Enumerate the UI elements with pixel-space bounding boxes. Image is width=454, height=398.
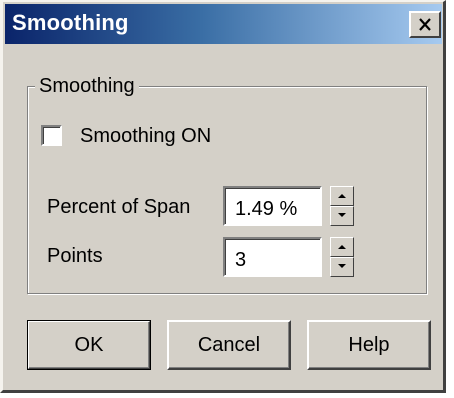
smoothing-on-label[interactable]: Smoothing ON	[80, 125, 211, 148]
arrow-up-icon	[338, 245, 346, 249]
arrow-down-icon	[338, 213, 346, 217]
close-button[interactable]	[409, 11, 441, 38]
points-spin-up-button[interactable]	[330, 237, 354, 257]
group-legend: Smoothing	[35, 75, 139, 98]
points-label: Points	[47, 245, 103, 267]
percent-of-span-label: Percent of Span	[47, 196, 191, 218]
percent-spin-down-button[interactable]	[330, 206, 354, 226]
help-button[interactable]: Help	[307, 320, 431, 370]
window-title: Smoothing	[12, 10, 129, 35]
close-icon	[419, 18, 431, 31]
percent-of-span-input[interactable]	[223, 186, 322, 226]
points-spinner	[330, 237, 354, 277]
arrow-up-icon	[338, 194, 346, 198]
percent-of-span-spinner	[330, 186, 354, 226]
title-bar[interactable]: Smoothing	[5, 4, 442, 44]
smoothing-on-checkbox[interactable]	[41, 125, 62, 146]
percent-spin-up-button[interactable]	[330, 186, 354, 206]
points-input[interactable]	[223, 237, 322, 277]
cancel-button[interactable]: Cancel	[167, 320, 291, 370]
arrow-down-icon	[338, 264, 346, 268]
ok-button[interactable]: OK	[27, 320, 151, 370]
points-spin-down-button[interactable]	[330, 257, 354, 277]
